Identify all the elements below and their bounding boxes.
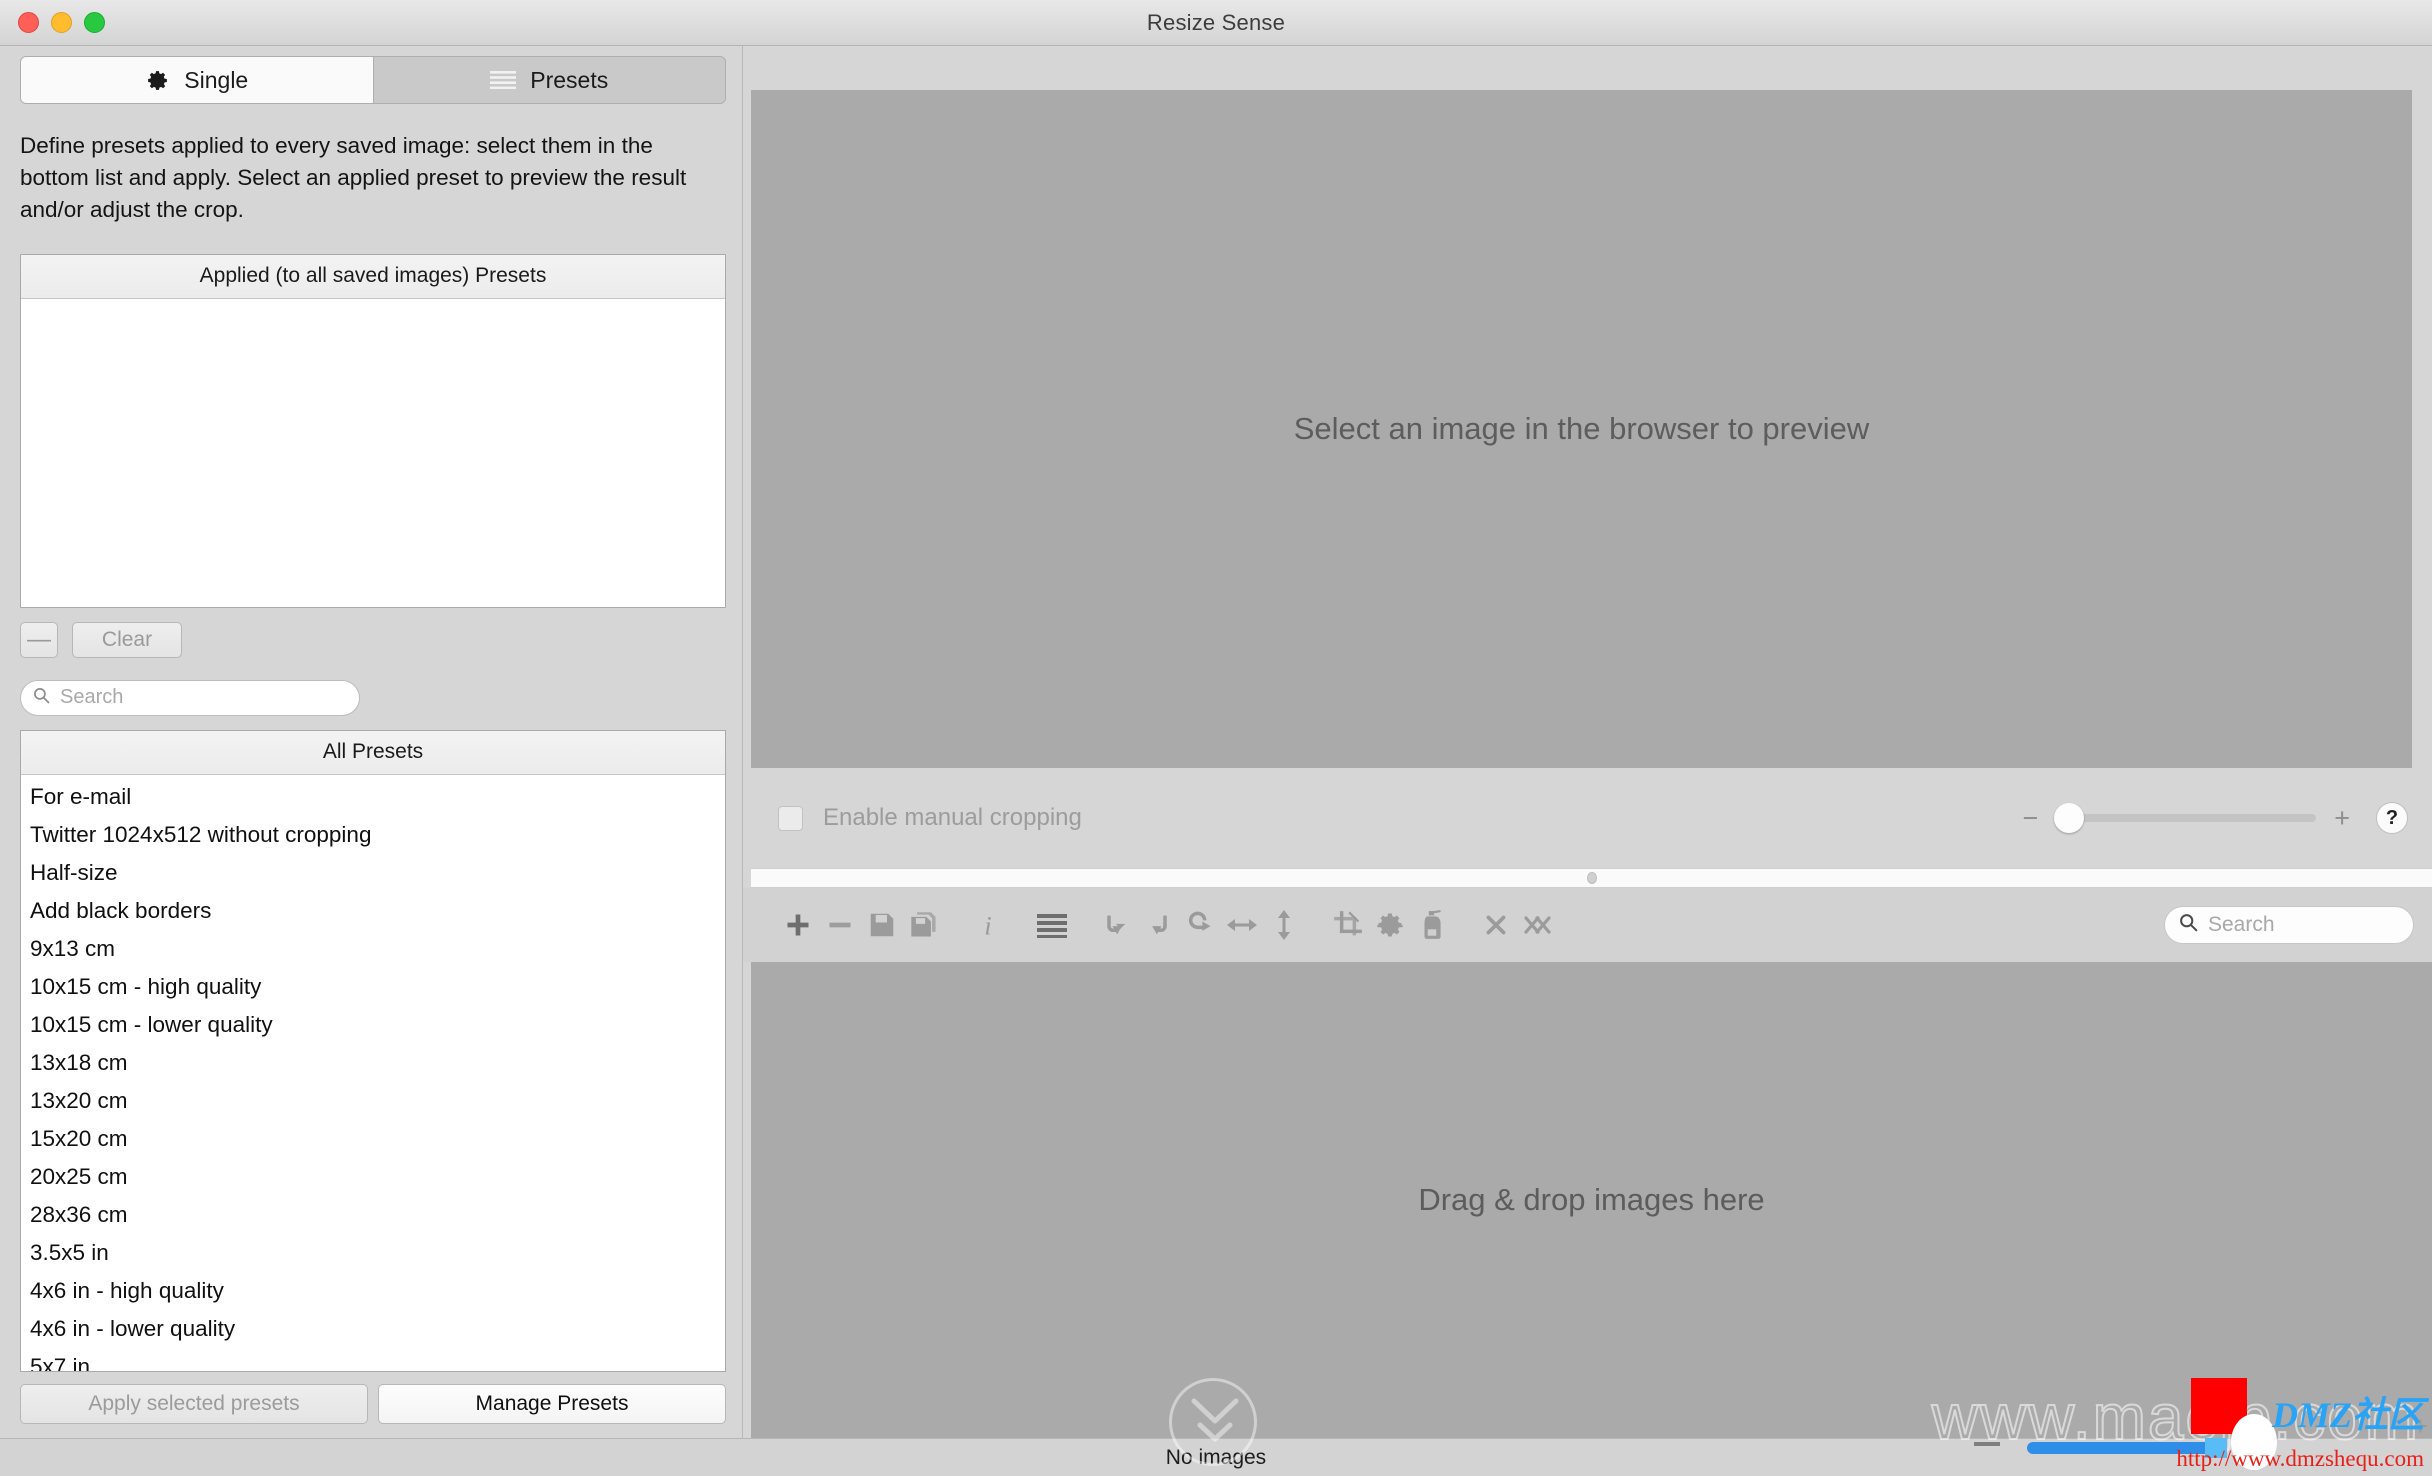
add-icon[interactable] [777,903,819,947]
crop-controls-bar: Enable manual cropping − + ? [743,768,2432,868]
tab-single[interactable]: Single [21,57,373,103]
dropzone-text: Drag & drop images here [1418,1182,1765,1217]
enable-manual-cropping-checkbox[interactable] [778,805,803,831]
watermark-dash [1974,1442,2000,1446]
save-icon[interactable] [861,903,903,947]
toolbar-group-edit [1327,903,1453,947]
applied-presets-panel: Applied (to all saved images) Presets [20,253,726,608]
zoom-slider[interactable] [2054,803,2317,833]
image-browser-dropzone[interactable]: Drag & drop images here [751,962,2432,1438]
title-bar: Resize Sense [0,0,2432,46]
all-presets-list[interactable]: For e-mail Twitter 1024x512 without cropp… [21,774,725,1371]
preset-list-item[interactable]: Add black borders [21,892,725,930]
presets-search-input[interactable]: Search [20,679,360,716]
window-title: Resize Sense [1146,9,1286,35]
main-split: Single Presets Define presets applied to [0,46,2432,1438]
remove-applied-preset-button[interactable]: — [20,621,58,658]
help-button[interactable]: ? [2376,802,2408,834]
preset-list-item[interactable]: 15x20 cm [21,1120,725,1158]
preset-list-item[interactable]: 3.5x5 in [21,1234,725,1272]
search-icon [2179,913,2198,937]
gear-icon [145,68,170,93]
app-window: Resize Sense Single Presets Define prese… [0,0,2432,1476]
crop-icon[interactable] [1327,903,1369,947]
rotate-right-icon[interactable] [1137,903,1179,947]
zoom-controls: − + ? [2022,802,2408,834]
preset-list-item[interactable]: 5x7 in [21,1348,725,1371]
preset-action-buttons: Apply selected presets Manage Presets [20,1372,726,1438]
watermark-brand-text: DMZ社区 [2272,1395,2424,1435]
applied-presets-actions: — Clear [20,621,726,658]
preset-list-item[interactable]: 13x18 cm [21,1044,725,1082]
toolbar-group-add-remove [777,903,945,947]
rotate-left-icon[interactable] [1095,903,1137,947]
panel-description: Define presets applied to every saved im… [20,133,687,222]
spray-icon[interactable] [1411,903,1453,947]
preset-list-item[interactable]: Twitter 1024x512 without cropping [21,816,725,854]
preset-list-item[interactable]: 28x36 cm [21,1196,725,1234]
left-sidebar: Single Presets Define presets applied to [0,46,743,1438]
zoom-in-button[interactable]: + [2334,804,2350,832]
watermark-url-text: http://www.dmzshequ.com [2176,1446,2424,1471]
clear-applied-presets-button[interactable]: Clear [72,621,182,658]
svg-text:i: i [984,911,991,940]
presets-search-placeholder: Search [60,686,124,709]
tab-presets[interactable]: Presets [372,57,725,103]
browser-search-input[interactable]: Search [2164,906,2414,944]
preview-placeholder-text: Select an image in the browser to previe… [1293,411,1870,446]
preset-list-item[interactable]: Half-size [21,854,725,892]
save-copy-icon[interactable] [903,903,945,947]
preset-list-item[interactable]: 10x15 cm - lower quality [21,1006,725,1044]
apply-selected-presets-button[interactable]: Apply selected presets [20,1384,368,1424]
manage-presets-button[interactable]: Manage Presets [378,1384,726,1424]
browser-toolbar: i Search [743,888,2432,962]
preset-list-item[interactable]: 20x25 cm [21,1158,725,1196]
browser-search-placeholder: Search [2208,913,2275,936]
presets-search-wrap: Search [20,679,726,716]
tab-presets-label: Presets [530,66,609,93]
zoom-slider-knob[interactable] [2054,803,2085,833]
preset-list-item[interactable]: For e-mail [21,778,725,816]
search-icon [33,687,50,709]
enable-manual-cropping-label: Enable manual cropping [823,804,1082,831]
remove-icon[interactable] [819,903,861,947]
splitter-grip[interactable] [1586,872,1597,884]
flip-vertical-icon[interactable] [1263,903,1305,947]
preset-list-item[interactable]: 4x6 in - lower quality [21,1310,725,1348]
settings-gear-icon[interactable] [1369,903,1411,947]
all-presets-header: All Presets [21,730,725,775]
flip-horizontal-icon[interactable] [1221,903,1263,947]
preset-list-item[interactable]: 13x20 cm [21,1082,725,1120]
tab-single-label: Single [184,66,249,93]
zoom-out-button[interactable]: − [2022,804,2038,832]
info-icon[interactable]: i [967,903,1009,947]
right-panel: Select an image in the browser to previe… [743,46,2432,1438]
close-all-icon[interactable] [1517,903,1559,947]
all-presets-panel: All Presets For e-mail Twitter 1024x512 w… [20,729,726,1372]
rotate-180-icon[interactable] [1179,903,1221,947]
preset-list-item[interactable]: 4x6 in - high quality [21,1272,725,1310]
list-lines-icon [490,71,517,89]
toolbar-group-close [1475,903,1559,947]
panel-splitter[interactable] [751,868,2432,888]
applied-presets-header: Applied (to all saved images) Presets [21,254,725,299]
list-lines-icon[interactable] [1031,903,1073,947]
watermark-download-icon [1169,1378,1257,1466]
mode-tab-bar: Single Presets [20,56,726,104]
preset-list-item[interactable]: 10x15 cm - high quality [21,968,725,1006]
applied-presets-list[interactable] [21,298,725,607]
preset-list-item[interactable]: 9x13 cm [21,930,725,968]
close-icon[interactable] [1475,903,1517,947]
toolbar-group-transform [1095,903,1305,947]
image-preview-canvas[interactable]: Select an image in the browser to previe… [751,90,2412,768]
